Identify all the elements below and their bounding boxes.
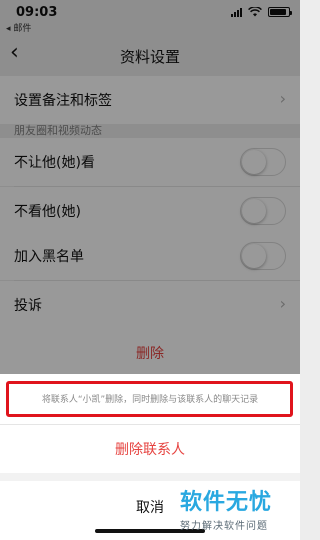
action-sheet-description: 将联系人“小凯”删除，同时删除与该联系人的聊天记录 <box>0 374 300 424</box>
highlight-annotation-box <box>6 381 293 417</box>
watermark-subtitle: 努力解决软件问题 <box>180 521 268 532</box>
watermark-title: 软件无忧 <box>180 490 273 515</box>
delete-contact-label: 删除联系人 <box>115 442 185 458</box>
delete-contact-button[interactable]: 删除联系人 <box>0 425 300 473</box>
watermark-logo: 软件无忧 努力解决软件问题 <box>180 484 272 532</box>
